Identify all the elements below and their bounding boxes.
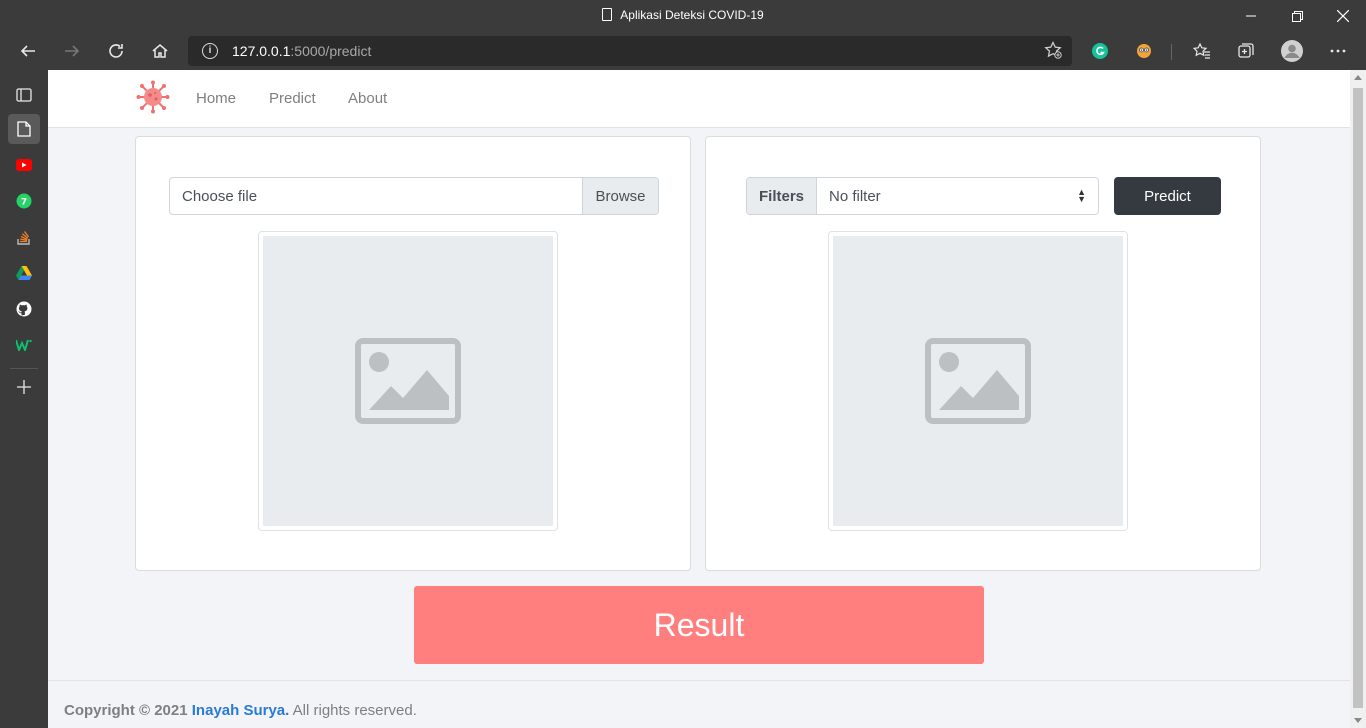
author-link[interactable]: Inayah Surya. (192, 702, 290, 719)
sidebar-youtube[interactable] (8, 150, 40, 180)
grammarly-button[interactable] (1084, 36, 1116, 66)
add-favorite-icon[interactable] (1044, 40, 1062, 64)
add-icon (17, 380, 31, 394)
tab-actions-icon (16, 88, 32, 102)
home-button[interactable] (144, 36, 176, 66)
refresh-button[interactable] (100, 36, 132, 66)
forward-button[interactable] (56, 36, 88, 66)
navbar: Home Predict About (48, 70, 1350, 128)
browse-button[interactable]: Browse (582, 178, 658, 214)
address-bar[interactable]: i 127.0.0.1:5000/predict (188, 36, 1072, 66)
select-caret-icon: ▲ ▼ (1077, 187, 1086, 204)
file-input-placeholder: Choose file (182, 188, 258, 205)
url-text[interactable]: 127.0.0.1:5000/predict (232, 43, 371, 59)
profile-icon (1281, 40, 1303, 62)
extension-button[interactable] (1128, 36, 1160, 66)
profile-button[interactable] (1276, 36, 1308, 66)
close-icon (1337, 10, 1349, 22)
sidebar-stackoverflow[interactable] (8, 222, 40, 252)
nav-link-home[interactable]: Home (196, 90, 236, 107)
sidebar-tab-actions[interactable] (8, 80, 40, 110)
minimize-icon (1246, 15, 1256, 17)
page-viewport: Home Predict About Choose file Browse Fi… (48, 70, 1350, 728)
file-input[interactable]: Choose file Browse (169, 177, 659, 215)
webflow-icon (16, 339, 32, 351)
toolbar-divider (1171, 44, 1172, 60)
browser-toolbar: i 127.0.0.1:5000/predict (0, 32, 1366, 70)
scroll-down-icon[interactable] (1354, 718, 1362, 723)
sidebar-page[interactable] (8, 114, 40, 144)
github-icon (16, 301, 32, 317)
footer: Copyright © 2021 Inayah Surya. All right… (48, 680, 1350, 728)
close-button[interactable] (1320, 0, 1366, 32)
whatsapp-icon: 7 (16, 193, 32, 209)
filter-select-group: Filters No filter ▲ ▼ (746, 177, 1099, 215)
favorites-icon (1193, 42, 1210, 59)
back-icon (20, 45, 35, 57)
predict-button[interactable]: Predict (1114, 177, 1221, 215)
image-placeholder-icon (925, 338, 1031, 424)
browser-sidebar: 7 (0, 70, 48, 728)
sidebar-webflow[interactable] (8, 330, 40, 360)
collections-icon (1238, 43, 1254, 58)
more-button[interactable] (1322, 36, 1354, 66)
url-host: 127.0.0.1 (232, 43, 291, 59)
filter-select-value: No filter (829, 188, 881, 205)
copyright-text: Copyright © 2021 (64, 702, 188, 719)
result-panel: Result (414, 586, 984, 664)
title-bar: Aplikasi Deteksi COVID-19 (0, 0, 1366, 32)
sidebar-divider (10, 368, 38, 369)
stackoverflow-icon (17, 231, 30, 245)
scrollbar-thumb[interactable] (1353, 88, 1363, 708)
restore-icon (1291, 10, 1303, 22)
sidebar-add[interactable] (8, 372, 40, 402)
filtered-image-preview (828, 231, 1128, 531)
rights-text: All rights reserved. (292, 702, 417, 719)
scroll-up-icon[interactable] (1354, 75, 1362, 80)
page-scrollbar[interactable] (1350, 70, 1366, 728)
window-title-text: Aplikasi Deteksi COVID-19 (620, 8, 764, 22)
footer-text: Copyright © 2021 Inayah Surya. All right… (64, 702, 417, 719)
info-icon[interactable]: i (202, 43, 218, 59)
uploaded-image-preview (258, 231, 558, 531)
sidebar-whatsapp[interactable]: 7 (8, 186, 40, 216)
forward-icon (65, 45, 80, 57)
image-placeholder-icon (355, 338, 461, 424)
collections-button[interactable] (1230, 36, 1262, 66)
extension-icon (1137, 44, 1151, 58)
virus-logo-icon[interactable] (136, 80, 170, 114)
youtube-icon (16, 159, 32, 171)
url-path: :5000/predict (290, 43, 372, 59)
window-title: Aplikasi Deteksi COVID-19 (0, 8, 1366, 22)
sidebar-google-drive[interactable] (8, 258, 40, 288)
refresh-icon (109, 44, 123, 58)
nav-link-about[interactable]: About (348, 90, 387, 107)
document-icon (602, 8, 613, 21)
minimize-button[interactable] (1228, 0, 1274, 32)
filter-label: Filters (747, 178, 817, 214)
more-icon (1330, 49, 1346, 53)
filter-select[interactable]: No filter ▲ ▼ (817, 178, 1098, 214)
nav-link-predict[interactable]: Predict (269, 90, 316, 107)
home-icon (152, 44, 168, 58)
sidebar-github[interactable] (8, 294, 40, 324)
restore-button[interactable] (1274, 0, 1320, 32)
google-drive-icon (16, 266, 32, 280)
grammarly-icon (1092, 43, 1108, 59)
svg-text:7: 7 (21, 198, 27, 208)
predict-card: Filters No filter ▲ ▼ Predict (705, 136, 1261, 571)
back-button[interactable] (12, 36, 44, 66)
favorites-button[interactable] (1186, 36, 1218, 66)
upload-card: Choose file Browse (135, 136, 691, 571)
page-icon (17, 121, 31, 137)
